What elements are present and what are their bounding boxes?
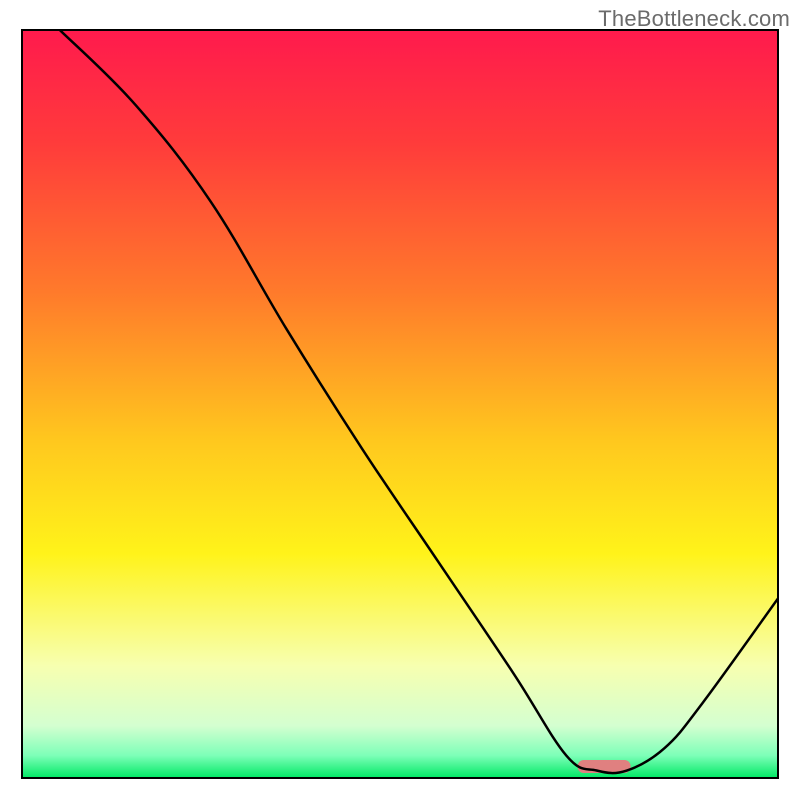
bottleneck-chart: [0, 0, 800, 800]
watermark-text: TheBottleneck.com: [598, 6, 790, 32]
chart-container: { "watermark": "TheBottleneck.com", "cha…: [0, 0, 800, 800]
gradient-background: [22, 30, 778, 778]
